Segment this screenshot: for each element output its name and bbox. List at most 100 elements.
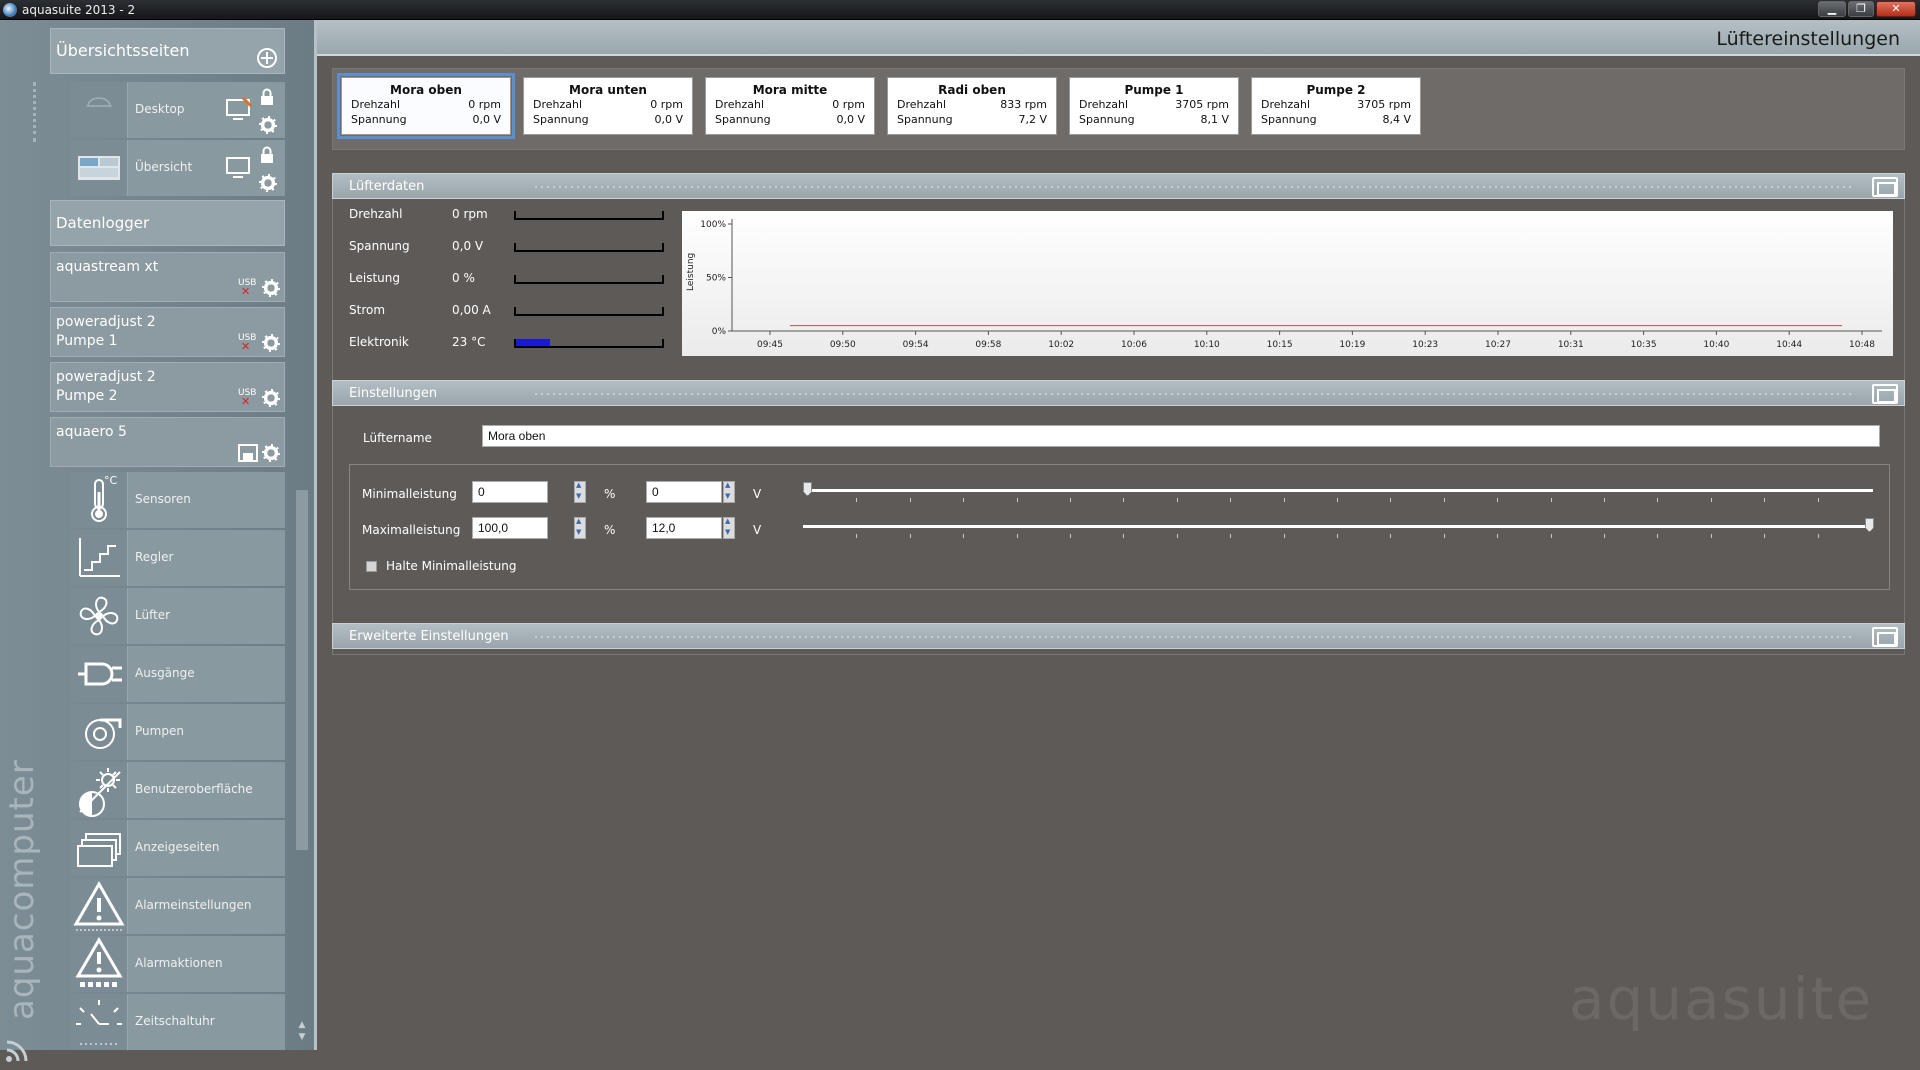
slider-tick xyxy=(909,534,911,538)
sidebar-item-desktop[interactable]: Desktop xyxy=(70,82,285,138)
max-volt-input[interactable] xyxy=(646,517,722,539)
fan-card[interactable]: Pumpe 2 Drehzahl 3705 rpm Spannung 8,4 V xyxy=(1251,77,1421,135)
settings-gear-icon[interactable] xyxy=(262,334,280,352)
volt-unit: V xyxy=(753,487,762,501)
sidebar-device-aquastream[interactable]: aquastream xt USB xyxy=(50,252,285,302)
sidebar-item-label: Lüfter xyxy=(135,608,171,622)
y-tick-label: 100% xyxy=(700,220,726,230)
usb-disconnected-icon: USB xyxy=(238,334,258,352)
min-percent-spinner[interactable] xyxy=(574,481,586,503)
scroll-down-arrow-icon[interactable]: ▼ xyxy=(296,1032,308,1042)
panel-header-luefterdaten[interactable]: Lüfterdaten xyxy=(332,173,1905,199)
max-percent-spinner[interactable] xyxy=(574,517,586,539)
settings-gear-icon[interactable] xyxy=(262,279,280,297)
x-tick-label: 09:54 xyxy=(903,340,929,350)
fan-card-title: Pumpe 2 xyxy=(1306,83,1366,97)
monitor-icon[interactable] xyxy=(225,96,253,122)
pages-icon xyxy=(70,820,128,876)
slider-tick xyxy=(856,534,858,538)
sidebar-item-ausgänge[interactable]: Ausgänge xyxy=(70,646,285,702)
scroll-up-arrow-icon[interactable]: ▲ xyxy=(296,1020,308,1030)
stat-value: 23 °C xyxy=(452,335,486,349)
min-volt-input[interactable] xyxy=(646,481,722,503)
slider-tick xyxy=(1764,534,1766,538)
lock-icon[interactable] xyxy=(260,146,274,164)
sidebar-item-regler[interactable]: Regler xyxy=(70,530,285,586)
settings-gear-icon[interactable] xyxy=(262,444,280,462)
restore-window-icon[interactable] xyxy=(1872,384,1898,404)
fan-card[interactable]: Mora mitte Drehzahl 0 rpm Spannung 0,0 V xyxy=(705,77,875,135)
save-icon[interactable] xyxy=(238,444,258,462)
stat-label: Drehzahl xyxy=(349,207,403,221)
sidebar-item-anzeigeseiten[interactable]: Anzeigeseiten xyxy=(70,820,285,876)
timer-icon xyxy=(70,994,128,1050)
overview-pages-header[interactable]: Übersichtsseiten xyxy=(50,28,285,74)
slider-tick xyxy=(1123,534,1125,538)
add-page-icon[interactable] xyxy=(256,47,278,69)
voltage-value: 0,0 V xyxy=(836,113,865,126)
x-tick-label: 09:58 xyxy=(975,340,1001,350)
fan-card[interactable]: Mora oben Drehzahl 0 rpm Spannung 0,0 V xyxy=(337,73,515,139)
sidebar-item-sensoren[interactable]: °C Sensoren xyxy=(70,472,285,528)
sidebar-item-pumpen[interactable]: Pumpen xyxy=(70,704,285,760)
collapse-sidebar-handle[interactable] xyxy=(14,82,36,142)
lock-icon[interactable] xyxy=(260,88,274,106)
restore-window-icon[interactable] xyxy=(1872,627,1898,647)
device-label: poweradjust 2 xyxy=(56,369,156,385)
sidebar-item-uebersicht[interactable]: Übersicht xyxy=(70,140,285,196)
fan-card[interactable]: Pumpe 1 Drehzahl 3705 rpm Spannung 8,1 V xyxy=(1069,77,1239,135)
sidebar-item-lüfter[interactable]: Lüfter xyxy=(70,588,285,644)
usb-disconnected-icon: USB xyxy=(238,389,258,407)
minimize-button[interactable]: ▁ xyxy=(1818,1,1846,17)
panel-header-einstellungen[interactable]: Einstellungen xyxy=(332,380,1905,406)
restore-window-icon[interactable] xyxy=(1872,177,1898,197)
sidebar-device-poweradjust-2[interactable]: poweradjust 2 Pumpe 2 USB xyxy=(50,362,285,412)
max-power-slider[interactable] xyxy=(803,518,1875,545)
sidebar-item-alarmeinstellungen[interactable]: Alarmeinstellungen xyxy=(70,878,285,934)
sidebar-scroll-thumb[interactable] xyxy=(296,490,308,850)
fan-card-title: Mora mitte xyxy=(752,83,828,97)
sidebar-device-poweradjust-1[interactable]: poweradjust 2 Pumpe 1 USB xyxy=(50,307,285,357)
slider-tick xyxy=(1390,498,1392,502)
sidebar-item-zeitschaltuhr[interactable]: Zeitschaltuhr xyxy=(70,994,285,1050)
min-percent-input[interactable] xyxy=(472,481,548,503)
fan-name-input[interactable] xyxy=(482,425,1880,447)
rss-feed-icon[interactable] xyxy=(4,1038,30,1064)
fan-card[interactable]: Mora unten Drehzahl 0 rpm Spannung 0,0 V xyxy=(523,77,693,135)
close-button[interactable]: ✕ xyxy=(1876,1,1916,17)
celsius-unit: °C xyxy=(104,474,118,487)
sidebar-device-aquaero[interactable]: aquaero 5 xyxy=(50,417,285,467)
slider-thumb[interactable] xyxy=(1865,518,1874,532)
y-axis-label: Leistung xyxy=(686,253,696,291)
max-percent-input[interactable] xyxy=(472,517,548,539)
sidebar-item-label: Anzeigeseiten xyxy=(135,840,220,854)
plug-icon xyxy=(70,646,128,702)
x-tick-label: 09:50 xyxy=(830,340,856,350)
maximize-button[interactable]: ❐ xyxy=(1848,1,1874,17)
sidebar-datalogger[interactable]: Datenlogger xyxy=(50,200,285,246)
fan-card[interactable]: Radi oben Drehzahl 833 rpm Spannung 7,2 V xyxy=(887,77,1057,135)
voltage-label: Spannung xyxy=(1261,113,1317,126)
monitor-icon[interactable] xyxy=(225,154,253,180)
slider-thumb[interactable] xyxy=(803,482,812,496)
min-volt-spinner[interactable] xyxy=(723,481,735,503)
max-volt-spinner[interactable] xyxy=(723,517,735,539)
thermometer-icon: °C xyxy=(70,472,128,528)
sidebar-item-label: Regler xyxy=(135,550,174,564)
stat-label: Strom xyxy=(349,303,386,317)
min-power-label: Minimalleistung xyxy=(362,487,457,501)
hold-min-power-checkbox[interactable] xyxy=(366,561,377,572)
slider-tick xyxy=(1176,534,1178,538)
panel-header-erweiterte[interactable]: Erweiterte Einstellungen xyxy=(332,623,1905,649)
rpm-label: Drehzahl xyxy=(715,98,765,111)
sidebar-item-benutzeroberfläche[interactable]: Benutzeroberfläche xyxy=(70,762,285,818)
alarm-icon xyxy=(70,878,128,934)
rpm-value: 0 rpm xyxy=(650,98,683,111)
sidebar-item-alarmaktionen[interactable]: Alarmaktionen xyxy=(70,936,285,992)
settings-gear-icon[interactable] xyxy=(259,174,277,192)
settings-gear-icon[interactable] xyxy=(259,116,277,134)
fan-selector-strip: Mora oben Drehzahl 0 rpm Spannung 0,0 V Mora … xyxy=(332,68,1905,150)
rpm-label: Drehzahl xyxy=(1079,98,1129,111)
settings-gear-icon[interactable] xyxy=(262,389,280,407)
min-power-slider[interactable] xyxy=(803,482,1875,509)
